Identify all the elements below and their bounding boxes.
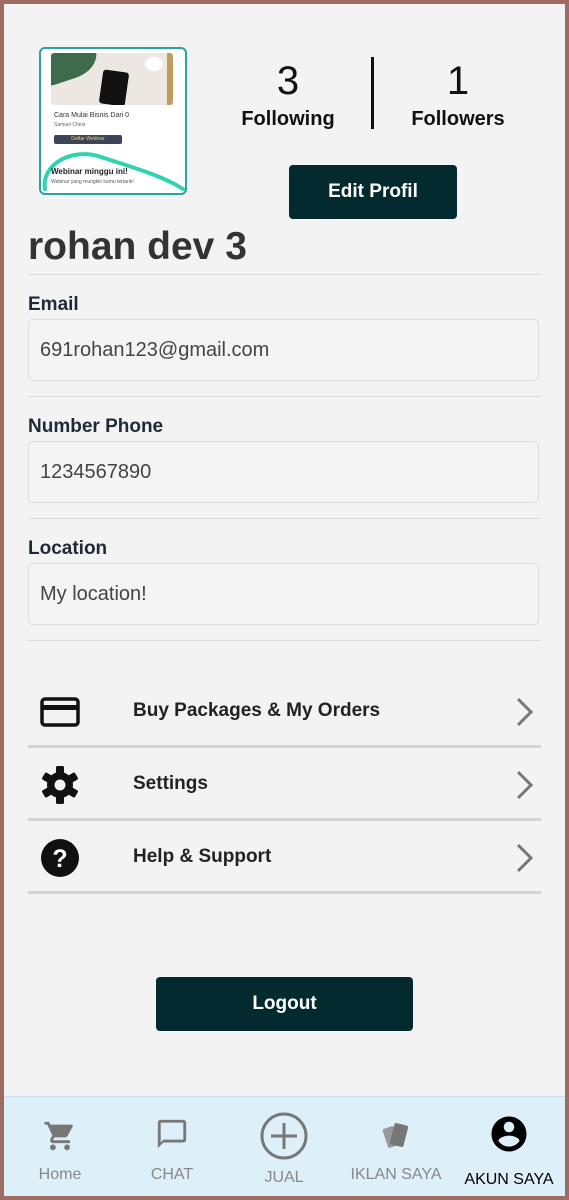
menu-item-label: Buy Packages & My Orders bbox=[133, 700, 381, 721]
nav-label: IKLAN SAYA bbox=[350, 1166, 442, 1183]
email-label: Email bbox=[28, 294, 79, 315]
profile-name: rohan dev 3 bbox=[28, 225, 247, 268]
menu-item-label: Help & Support bbox=[133, 846, 272, 867]
nav-item-iklan-saya[interactable]: IKLAN SAYA bbox=[340, 1097, 452, 1196]
profile-screen: Cara Mulai Bisnis Dari 0 Samuel Christ D… bbox=[4, 4, 565, 1196]
profile-avatar[interactable]: Cara Mulai Bisnis Dari 0 Samuel Christ D… bbox=[39, 47, 187, 195]
logout-button[interactable]: Logout bbox=[156, 977, 413, 1031]
help-circle-icon: ? bbox=[41, 839, 79, 877]
menu-item-settings[interactable]: Settings bbox=[28, 749, 541, 821]
nav-item-chat[interactable]: CHAT bbox=[116, 1097, 228, 1196]
avatar-card-author: Samuel Christ bbox=[54, 122, 86, 128]
menu-divider bbox=[28, 891, 541, 894]
avatar-card-caption: Webinar yang mungkin kamu tertarik! bbox=[51, 179, 134, 185]
avatar-card-headline: Webinar minggu ini! bbox=[51, 167, 128, 176]
phone-field[interactable] bbox=[28, 441, 539, 503]
cart-icon bbox=[44, 1121, 73, 1151]
followers-count: 1 bbox=[446, 59, 470, 103]
divider bbox=[28, 274, 541, 275]
following-count: 3 bbox=[276, 59, 300, 103]
divider bbox=[28, 640, 541, 641]
avatar-card-title: Cara Mulai Bisnis Dari 0 bbox=[54, 112, 130, 119]
nav-item-home[interactable]: Home bbox=[4, 1097, 116, 1196]
divider bbox=[28, 518, 541, 519]
followers-stat[interactable]: 1 Followers bbox=[388, 58, 528, 131]
menu-item-help-support[interactable]: ? Help & Support bbox=[28, 822, 541, 894]
location-field[interactable] bbox=[28, 563, 539, 625]
chevron-right-icon bbox=[516, 770, 534, 800]
location-label: Location bbox=[28, 538, 108, 559]
cards-icon bbox=[382, 1123, 409, 1148]
following-label: Following bbox=[241, 108, 335, 130]
stats-divider bbox=[371, 57, 374, 129]
bottom-navigation: Home CHAT JUAL IKLAN SAYA AKUN SAYA bbox=[4, 1096, 565, 1196]
nav-label: CHAT bbox=[150, 1166, 194, 1183]
account-icon bbox=[491, 1116, 527, 1152]
nav-label: JUAL bbox=[264, 1169, 304, 1186]
nav-label: AKUN SAYA bbox=[464, 1171, 554, 1188]
nav-item-jual[interactable]: JUAL bbox=[228, 1097, 340, 1196]
nav-label: Home bbox=[38, 1166, 82, 1183]
nav-item-akun-saya[interactable]: AKUN SAYA bbox=[453, 1097, 565, 1196]
gear-icon bbox=[42, 766, 78, 804]
chevron-right-icon bbox=[516, 843, 534, 873]
phone-label: Number Phone bbox=[28, 416, 164, 437]
chat-icon bbox=[157, 1119, 187, 1149]
menu-item-buy-packages[interactable]: Buy Packages & My Orders bbox=[28, 676, 541, 748]
email-field[interactable] bbox=[28, 319, 539, 381]
followers-label: Followers bbox=[411, 108, 505, 130]
chevron-right-icon bbox=[516, 697, 534, 727]
svg-text:?: ? bbox=[52, 845, 67, 873]
following-stat[interactable]: 3 Following bbox=[218, 58, 358, 131]
menu-divider bbox=[28, 818, 541, 821]
edit-profile-button[interactable]: Edit Profil bbox=[289, 165, 457, 219]
menu-item-label: Settings bbox=[133, 773, 208, 794]
credit-card-icon bbox=[40, 697, 80, 727]
avatar-card-button: Daftar Webinar bbox=[54, 135, 122, 144]
divider bbox=[28, 396, 541, 397]
menu-divider bbox=[28, 745, 541, 748]
avatar-photo bbox=[51, 53, 173, 105]
plus-circle-icon bbox=[260, 1112, 308, 1160]
